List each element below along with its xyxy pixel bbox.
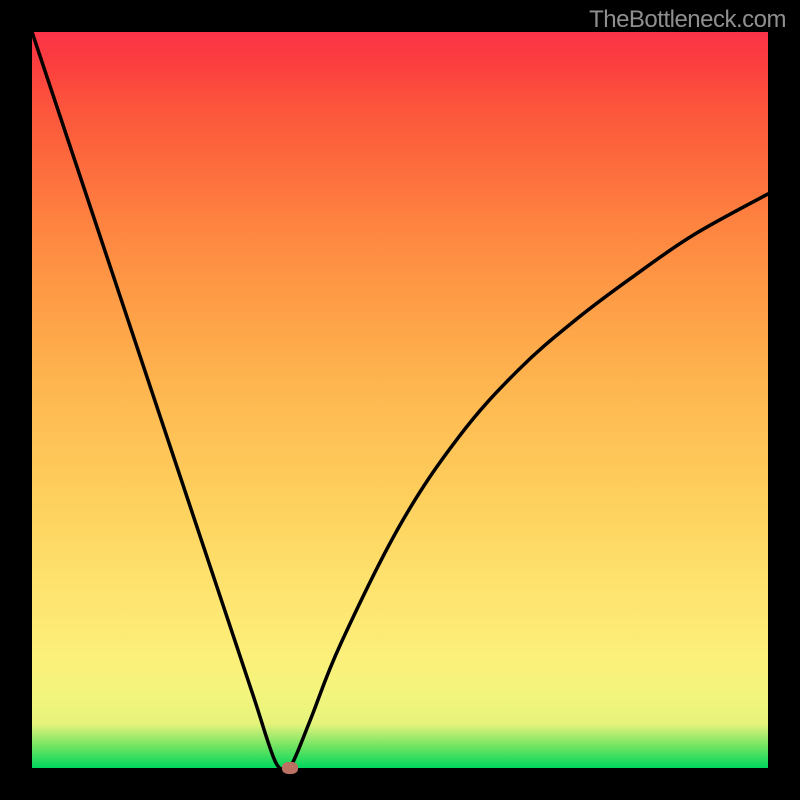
watermark-text: TheBottleneck.com bbox=[589, 6, 786, 34]
optimum-marker bbox=[282, 762, 298, 774]
bottleneck-curve bbox=[32, 32, 768, 768]
plot-area bbox=[32, 32, 768, 768]
chart-frame: TheBottleneck.com bbox=[0, 0, 800, 800]
